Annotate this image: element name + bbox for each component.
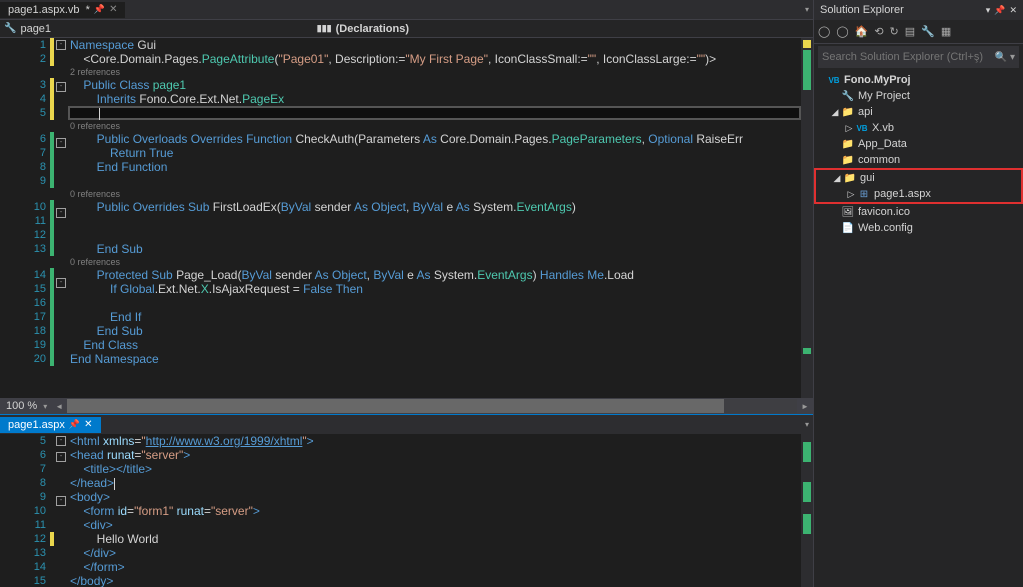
- dropdown-icon[interactable]: ▾: [986, 5, 991, 16]
- navigation-bar: 🔧 page1 ▮▮▮ (Declarations): [0, 20, 813, 38]
- tree-label: Fono.MyProj: [844, 74, 911, 86]
- declarations-icon: ▮▮▮: [317, 23, 332, 34]
- code-editor-bottom[interactable]: 5 6 7 8 9 10 11 12 13 14 15 16 17 - -: [0, 434, 813, 587]
- sidebar-header: Solution Explorer ▾ 📌 ✕: [814, 0, 1023, 20]
- tree-gui[interactable]: ◢ 📁 gui: [816, 170, 1021, 186]
- nav-right-label: (Declarations): [336, 23, 409, 35]
- class-icon: 🔧: [4, 23, 16, 34]
- pin-icon[interactable]: 📌: [94, 4, 105, 15]
- code-content-top[interactable]: Namespace Gui <Core.Domain.Pages.PageAtt…: [68, 38, 801, 398]
- horizontal-scrollbar[interactable]: [67, 399, 797, 413]
- tree-label: favicon.ico: [858, 206, 910, 218]
- folder-icon: 📁: [840, 155, 856, 166]
- zoom-scrollbar: 100 % ▾ ◄ ►: [0, 398, 813, 414]
- scroll-left-icon[interactable]: ◄: [51, 402, 67, 411]
- expand-icon[interactable]: ◢: [832, 173, 842, 184]
- tree-appdata[interactable]: 📁 App_Data: [814, 136, 1023, 152]
- tree-root[interactable]: VB Fono.MyProj: [814, 72, 1023, 88]
- tab-overflow-icon[interactable]: ▾: [805, 420, 809, 429]
- tree-xvb[interactable]: ▷ VB X.vb: [814, 120, 1023, 136]
- tree-webconfig[interactable]: 📄 Web.config: [814, 220, 1023, 236]
- tree-label: My Project: [858, 90, 910, 102]
- aspx-file-icon: ⊞: [856, 189, 872, 200]
- tree-myproject[interactable]: 🔧 My Project: [814, 88, 1023, 104]
- wrench-icon: 🔧: [840, 91, 856, 102]
- refresh-icon[interactable]: ↻: [890, 25, 899, 38]
- folder-icon: 📁: [842, 173, 858, 184]
- tree-common[interactable]: 📁 common: [814, 152, 1023, 168]
- collapse-icon[interactable]: ▤: [905, 25, 915, 38]
- tree-label: common: [858, 154, 900, 166]
- tab-label: page1.aspx: [8, 419, 65, 431]
- properties-icon[interactable]: 🔧: [921, 25, 935, 38]
- tree-label: X.vb: [872, 122, 894, 134]
- pin-icon[interactable]: 📌: [994, 5, 1005, 16]
- tab-bar-bottom: page1.aspx 📌 ✕ ▾: [0, 414, 813, 434]
- fold-gutter-bottom[interactable]: - - -: [54, 434, 68, 587]
- tree-label: Web.config: [858, 222, 913, 234]
- tab-page1-vb[interactable]: page1.aspx.vb * 📌 ✕: [0, 2, 125, 18]
- sync-icon[interactable]: ⟲: [874, 25, 883, 38]
- code-content-bottom[interactable]: <html xmlns="http://www.w3.org/1999/xhtm…: [68, 434, 801, 587]
- tab-overflow-icon[interactable]: ▾: [805, 5, 809, 14]
- scroll-right-icon[interactable]: ►: [797, 402, 813, 411]
- close-icon[interactable]: ✕: [109, 4, 117, 15]
- tree-label: gui: [860, 172, 875, 184]
- modified-marker: *: [86, 4, 90, 16]
- expand-icon[interactable]: ◢: [830, 107, 840, 118]
- solution-tree[interactable]: VB Fono.MyProj 🔧 My Project ◢ 📁 api ▷ VB…: [814, 70, 1023, 238]
- nav-left[interactable]: page1: [20, 23, 51, 35]
- expand-icon[interactable]: ▷: [846, 189, 856, 200]
- search-icon[interactable]: 🔍 ▾: [995, 52, 1015, 63]
- home-icon[interactable]: 🏠: [855, 25, 869, 38]
- line-gutter-bottom: 5 6 7 8 9 10 11 12 13 14 15 16 17: [0, 434, 50, 587]
- tree-favicon[interactable]: 🖼 favicon.ico: [814, 204, 1023, 220]
- image-file-icon: 🖼: [840, 207, 856, 218]
- config-file-icon: 📄: [840, 223, 856, 234]
- overview-ruler-bottom[interactable]: [801, 434, 813, 587]
- highlighted-region: ◢ 📁 gui ▷ ⊞ page1.aspx: [814, 168, 1023, 204]
- close-icon[interactable]: ✕: [84, 419, 92, 430]
- zoom-level[interactable]: 100 %: [0, 400, 43, 412]
- pin-icon[interactable]: 📌: [69, 419, 80, 430]
- tree-page1aspx[interactable]: ▷ ⊞ page1.aspx: [816, 186, 1021, 202]
- folder-icon: 📁: [840, 107, 856, 118]
- folder-icon: 📁: [840, 139, 856, 150]
- tab-label: page1.aspx.vb: [8, 4, 80, 16]
- code-editor-top[interactable]: 1 2 3 4 5 6 7 8 9 10 11 12 13 14 15 16: [0, 38, 813, 398]
- tab-bar-top: page1.aspx.vb * 📌 ✕ ▾: [0, 0, 813, 20]
- line-gutter: 1 2 3 4 5 6 7 8 9 10 11 12 13 14 15 16: [0, 38, 50, 398]
- vb-project-icon: VB: [826, 76, 842, 85]
- forward-icon[interactable]: ◯: [836, 25, 848, 38]
- tree-label: api: [858, 106, 873, 118]
- expand-icon[interactable]: ▷: [844, 123, 854, 134]
- tab-page1-aspx[interactable]: page1.aspx 📌 ✕: [0, 417, 101, 433]
- search-box[interactable]: 🔍 ▾: [818, 46, 1019, 68]
- zoom-dropdown-icon[interactable]: ▾: [43, 402, 47, 411]
- nav-right-dropdown[interactable]: ▮▮▮ (Declarations): [317, 23, 409, 35]
- tree-label: App_Data: [858, 138, 907, 150]
- solution-toolbar: ◯ ◯ 🏠 ⟲ ↻ ▤ 🔧 ▦: [814, 20, 1023, 44]
- search-input[interactable]: [822, 51, 995, 63]
- back-icon[interactable]: ◯: [818, 25, 830, 38]
- overview-ruler[interactable]: [801, 38, 813, 398]
- fold-gutter[interactable]: - - - - -: [54, 38, 68, 398]
- solution-explorer: Solution Explorer ▾ 📌 ✕ ◯ ◯ 🏠 ⟲ ↻ ▤ 🔧 ▦ …: [813, 0, 1023, 587]
- tree-label: page1.aspx: [874, 188, 931, 200]
- tree-api[interactable]: ◢ 📁 api: [814, 104, 1023, 120]
- close-icon[interactable]: ✕: [1009, 5, 1017, 16]
- sidebar-title: Solution Explorer: [820, 4, 986, 16]
- show-all-icon[interactable]: ▦: [941, 25, 951, 38]
- vb-file-icon: VB: [854, 124, 870, 133]
